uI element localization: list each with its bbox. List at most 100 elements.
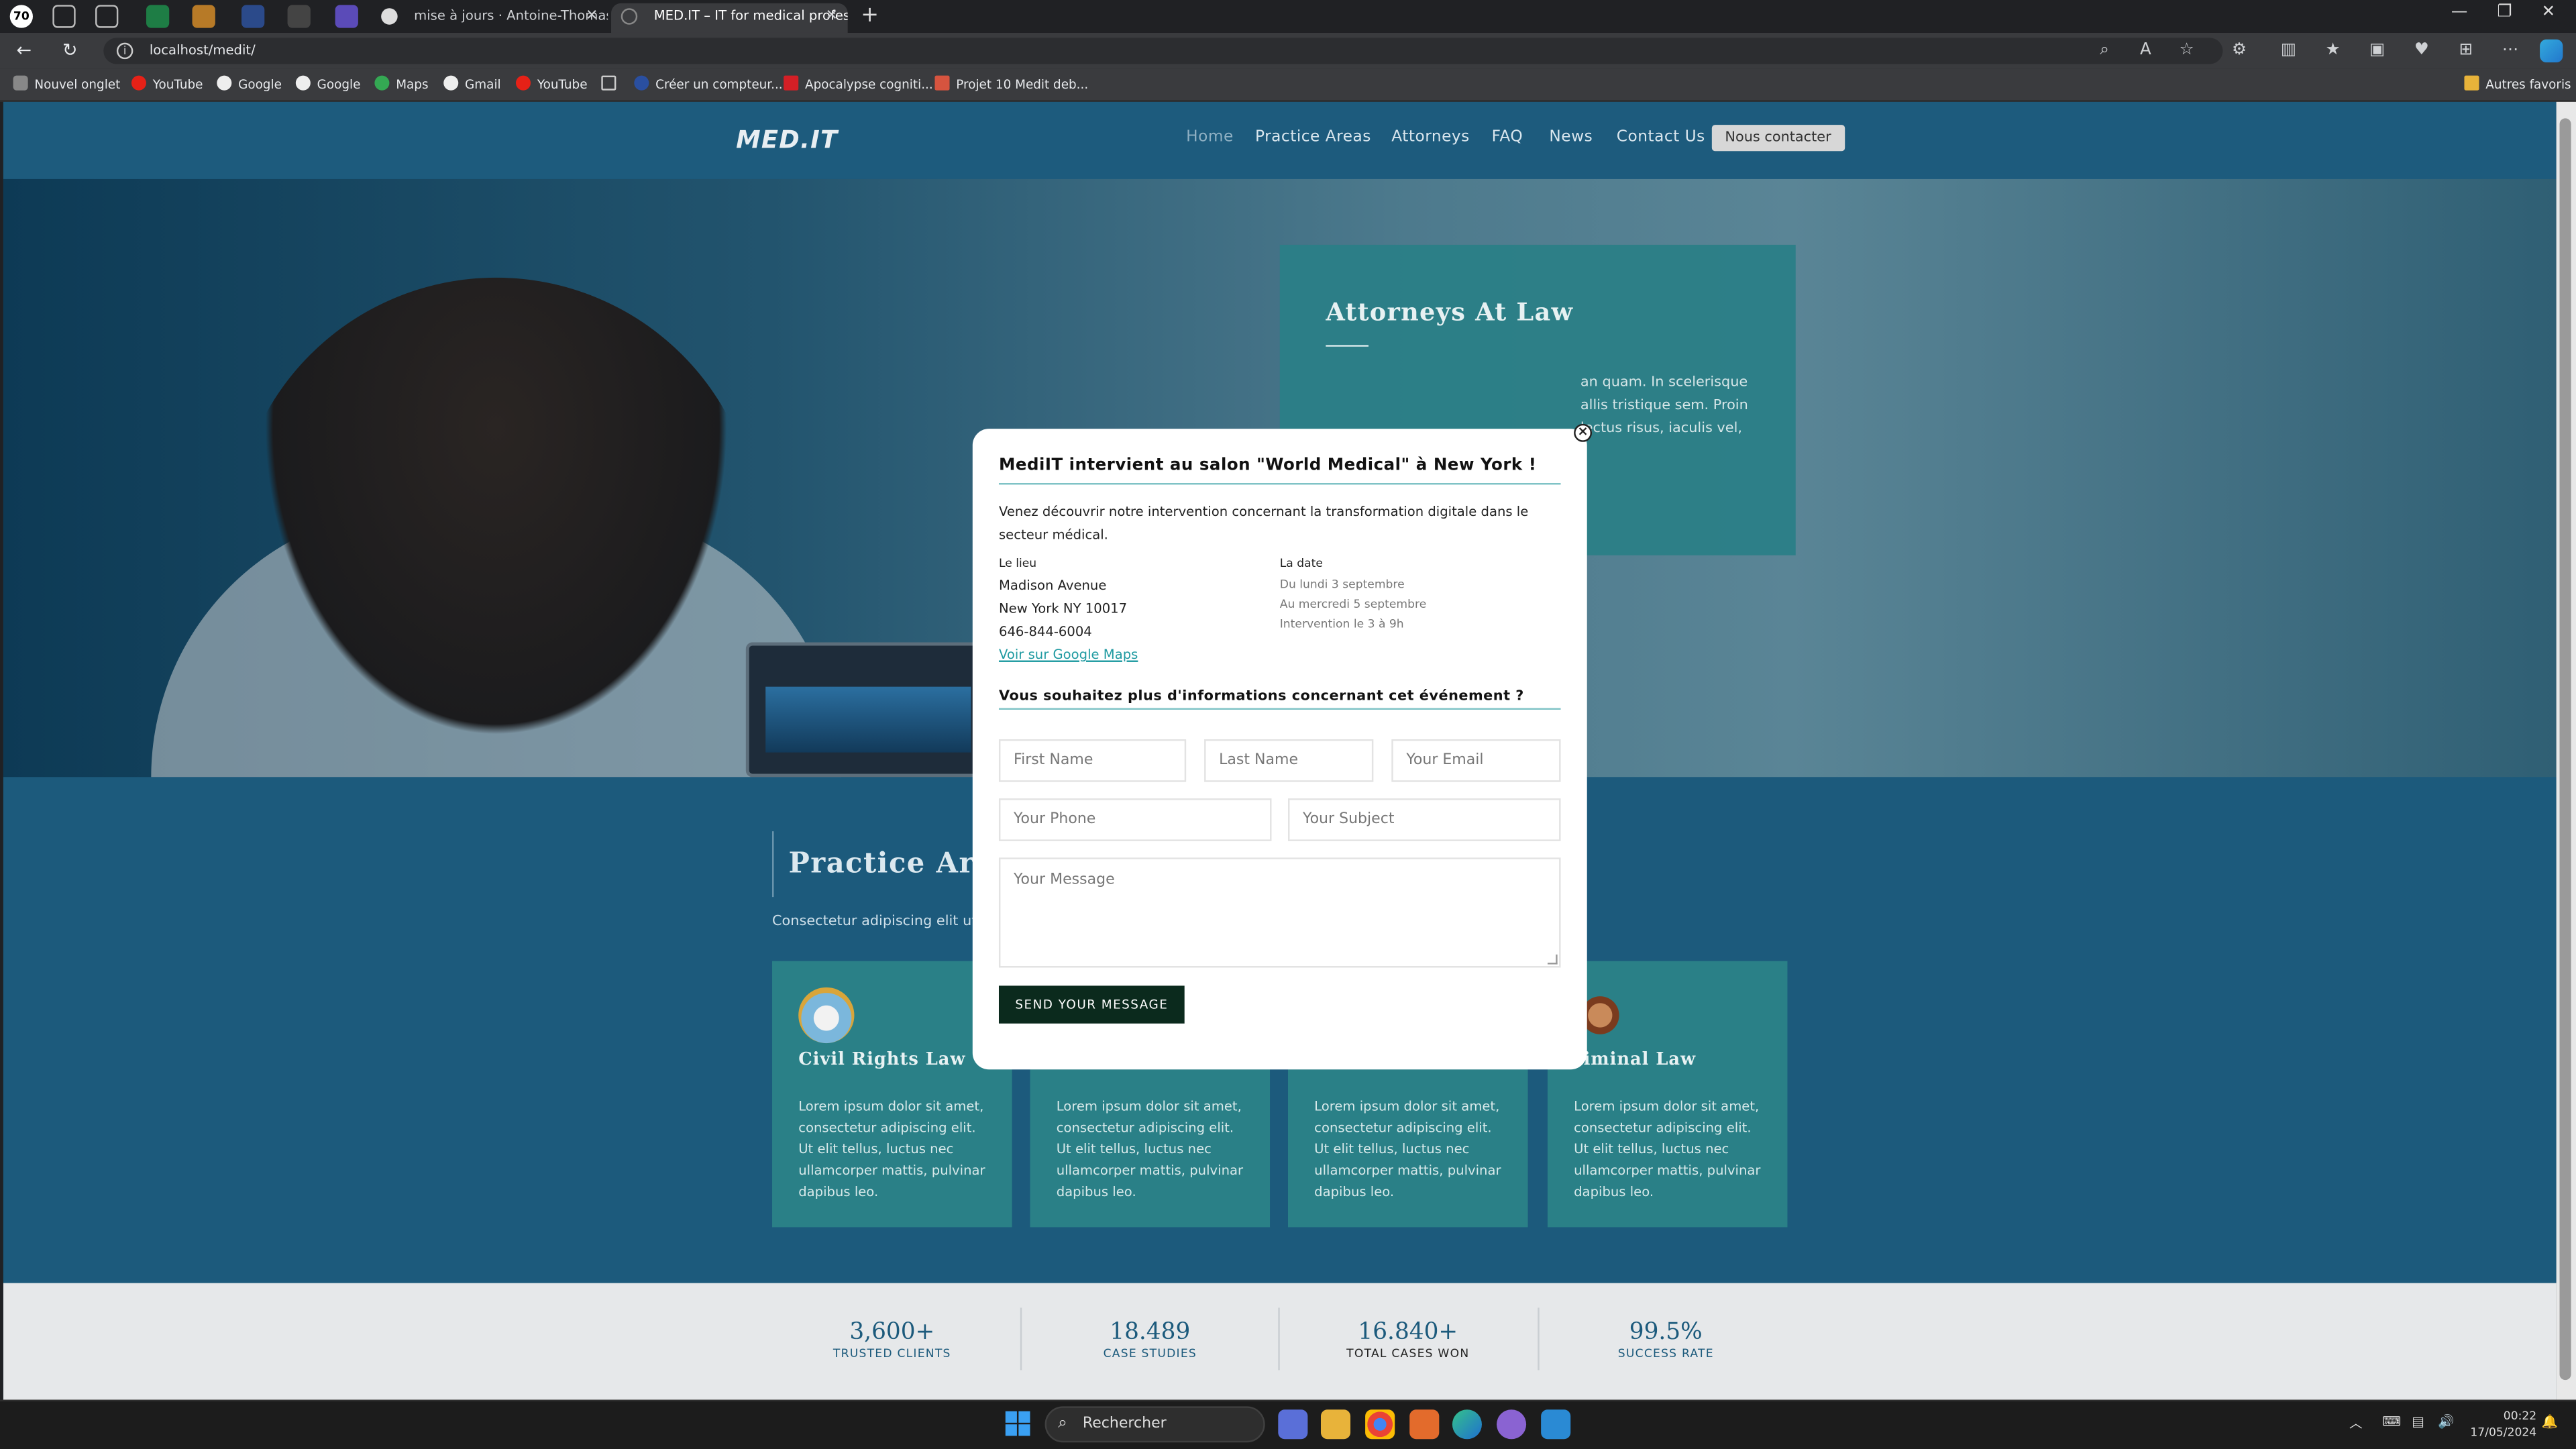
google-maps-link[interactable]: Voir sur Google Maps [999,644,1138,667]
stat-label: TOTAL CASES WON [1346,1347,1470,1360]
bookmark-google[interactable]: Google [295,75,361,95]
apps-icon[interactable]: ⊞ [2455,40,2477,62]
windows-start-icon[interactable] [1005,1411,1032,1438]
url-field[interactable]: i localhost/medit/ [103,38,2223,64]
first-name-field[interactable]: First Name [998,739,1187,782]
teams-icon[interactable] [1278,1409,1308,1440]
favorite-star-icon[interactable]: ☆ [2175,40,2198,62]
site-icon [634,75,649,91]
subject-field[interactable]: Your Subject [1288,798,1561,841]
bookmark-document[interactable] [601,75,623,95]
split-screen-icon[interactable]: ▥ [2277,40,2300,62]
nav-contact-us[interactable]: Contact Us [1617,128,1705,146]
stat-label: TRUSTED CLIENTS [833,1347,951,1360]
keyboard-icon[interactable]: ⌨ [2382,1415,2401,1430]
performance-icon[interactable]: ♥ [2410,40,2433,62]
document-icon [601,75,616,91]
minimize-icon[interactable]: — [2451,3,2467,21]
stat-value: 99.5% [1629,1319,1703,1346]
restore-icon[interactable]: ❐ [2497,3,2512,21]
nav-practice-areas[interactable]: Practice Areas [1255,128,1371,146]
copilot-icon[interactable] [2540,39,2563,63]
last-name-field[interactable]: Last Name [1204,739,1374,782]
refresh-icon[interactable]: ↻ [62,40,78,62]
xampp-icon[interactable] [1409,1409,1440,1440]
info-icon[interactable]: i [116,42,133,60]
network-icon[interactable]: ▤ [2412,1415,2424,1430]
zoom-icon[interactable]: ⌕ [2093,40,2116,62]
phone-field[interactable]: Your Phone [998,798,1272,841]
pinned-tab-wordpress-icon[interactable] [287,5,311,28]
bookmark-projet[interactable]: Projet 10 Medit deb... [934,75,1088,95]
send-message-button[interactable]: SEND YOUR MESSAGE [998,985,1185,1024]
back-icon[interactable]: ← [16,40,32,62]
collections-icon[interactable]: ▣ [2366,40,2389,62]
nav-news[interactable]: News [1549,128,1593,146]
date-line: Au mercredi 5 septembre [1279,598,1427,612]
close-window-icon[interactable]: ✕ [2542,3,2556,21]
bookmark-gmail[interactable]: Gmail [443,75,501,95]
pinned-tab-icon[interactable] [192,5,215,28]
nav-attorneys[interactable]: Attorneys [1391,128,1470,146]
scrollbar-thumb[interactable] [2559,118,2571,1381]
close-popup-icon[interactable]: × [1574,423,1593,442]
notification-bell-icon[interactable]: 🔔 [2542,1415,2558,1430]
stat-total-cases-won: 16.840+ TOTAL CASES WON [1285,1320,1531,1362]
read-aloud-icon[interactable]: A [2134,40,2157,62]
card-title: Civil Rights Law [798,1049,966,1070]
profile-avatar[interactable]: 70 [9,5,33,28]
email-field[interactable]: Your Email [1391,739,1561,782]
bookmark-label: Google [317,77,361,93]
event-popup: MediIT intervient au salon "World Medica… [972,429,1587,1070]
volume-icon[interactable]: 🔊 [2438,1415,2454,1430]
bookmark-youtube[interactable]: YouTube [515,75,588,95]
taskbar-search[interactable]: ⌕ Rechercher [1044,1406,1265,1443]
nav-faq[interactable]: FAQ [1492,128,1523,146]
workspaces-icon[interactable] [52,5,76,28]
loading-icon [621,8,638,25]
bookmark-label: Créer un compteur... [655,77,783,93]
bookmark-new-tab[interactable]: Nouvel onglet [13,75,120,95]
screen: 70 mise à jours · Antoine-Thomas/r ✕ MED… [0,0,2576,1449]
tab-actions-icon[interactable] [95,5,119,28]
bookmark-counter[interactable]: Créer un compteur... [634,75,783,95]
stat-label: SUCCESS RATE [1617,1347,1714,1360]
pinned-tab-sheets-icon[interactable] [146,5,170,28]
favorites-icon[interactable]: ★ [2321,40,2344,62]
github-desktop-icon[interactable] [1497,1409,1527,1440]
edge-icon[interactable] [1452,1409,1482,1440]
tab-github[interactable]: mise à jours · Antoine-Thomas/r ✕ [371,3,608,33]
file-explorer-icon[interactable] [1320,1409,1351,1440]
clock[interactable]: 00:22 17/05/2024 [2467,1408,2536,1441]
hero-photo-detail [233,277,759,777]
new-tab-icon[interactable]: + [861,3,879,28]
bookmark-google[interactable]: Google [217,75,282,95]
site-logo[interactable]: MED.IT [736,125,838,154]
bookmark-maps[interactable]: Maps [374,75,429,95]
pinned-tab-icon[interactable] [241,5,265,28]
stat-label: CASE STUDIES [1103,1347,1197,1360]
youtube-icon [131,75,146,91]
vscode-icon[interactable] [1541,1409,1571,1440]
bookmark-youtube[interactable]: YouTube [131,75,203,95]
chrome-icon[interactable] [1365,1409,1395,1440]
card-title: riminal Law [1574,1049,1697,1070]
practice-areas-title: Practice Ar [788,847,975,881]
nav-home[interactable]: Home [1186,128,1234,146]
bookmark-apocalypse[interactable]: Apocalypse cogniti... [784,75,933,95]
other-bookmarks[interactable]: Autres favoris [2464,75,2571,95]
extensions-icon[interactable]: ⚙ [2228,40,2251,62]
close-tab-icon[interactable]: ✕ [586,3,598,30]
contact-button[interactable]: Nous contacter [1711,125,1845,152]
search-icon: ⌕ [1058,1414,1067,1433]
site-icon [784,75,799,91]
message-field[interactable]: Your Message [998,857,1561,968]
info-question: Vous souhaitez plus d'informations conce… [998,688,1524,705]
resize-handle-icon[interactable] [1547,954,1558,965]
google-icon [443,75,459,91]
tray-chevron-icon[interactable]: ︿ [2349,1415,2363,1433]
more-menu-icon[interactable]: ⋯ [2499,40,2522,62]
tab-medit[interactable]: MED.IT – IT for medical professio ✕ [611,3,848,33]
pinned-tab-icon[interactable] [335,5,358,28]
close-tab-icon[interactable]: ✕ [825,3,837,30]
